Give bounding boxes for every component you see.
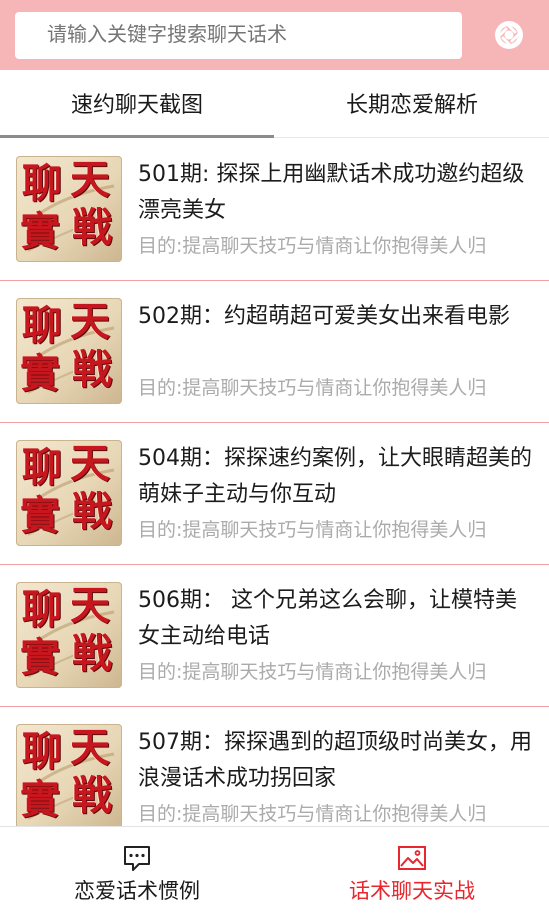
thumbnail-char: 聊 <box>22 728 62 775</box>
thumbnail-char: 聊 <box>22 302 62 349</box>
thumbnail-char: 天 <box>70 156 110 203</box>
search-input[interactable] <box>15 12 462 59</box>
list-item[interactable]: 聊 天 實 戦 507期：探探遇到的超顶级时尚美女，用浪漫话术成功拐回家 目的:… <box>0 707 549 826</box>
tab-quick-chat-screenshots[interactable]: 速约聊天截图 <box>0 70 274 136</box>
thumbnail-char: 天 <box>70 298 110 345</box>
nav-chat-practice[interactable]: 话术聊天实战 <box>275 827 549 916</box>
header-bar <box>0 0 549 70</box>
item-subtitle: 目的:提高聊天技巧与情商让你抱得美人归 <box>138 519 487 541</box>
chat-combat-thumbnail: 聊 天 實 戦 <box>16 582 122 688</box>
thumbnail-char: 聊 <box>22 586 62 633</box>
thumbnail-char: 戦 <box>72 204 112 251</box>
item-subtitle: 目的:提高聊天技巧与情商让你抱得美人归 <box>138 803 487 825</box>
item-title: 506期： 这个兄弟这么会聊，让模特美女主动给电话 <box>138 588 517 649</box>
thumbnail-char: 實 <box>20 492 60 539</box>
active-tab-indicator <box>0 135 274 138</box>
tab-bar: 速约聊天截图 长期恋爱解析 <box>0 70 549 138</box>
thumbnail-char: 實 <box>20 776 60 823</box>
tab-label: 速约聊天截图 <box>70 93 203 118</box>
item-title: 502期：约超萌超可爱美女出来看电影 <box>138 304 510 329</box>
nav-love-scripts[interactable]: 恋爱话术惯例 <box>0 827 274 916</box>
article-list[interactable]: 聊 天 實 戦 501期: 探探上用幽默话术成功邀约超级漂亮美女 目的:提高聊天… <box>0 139 549 826</box>
thumbnail-char: 戦 <box>72 630 112 677</box>
item-title: 507期：探探遇到的超顶级时尚美女，用浪漫话术成功拐回家 <box>138 730 532 791</box>
image-icon <box>398 846 426 870</box>
list-item[interactable]: 聊 天 實 戦 502期：约超萌超可爱美女出来看电影 目的:提高聊天技巧与情商让… <box>0 281 549 423</box>
thumbnail-char: 實 <box>20 634 60 681</box>
camera-shutter-icon <box>495 21 523 49</box>
list-item[interactable]: 聊 天 實 戦 504期：探探速约案例，让大眼睛超美的萌妹子主动与你互动 目的:… <box>0 423 549 565</box>
camera-button[interactable] <box>492 18 526 52</box>
thumbnail-char: 天 <box>70 724 110 771</box>
thumbnail-char: 聊 <box>22 160 62 207</box>
item-subtitle: 目的:提高聊天技巧与情商让你抱得美人归 <box>138 661 487 683</box>
nav-label: 恋爱话术惯例 <box>74 879 200 903</box>
chat-combat-thumbnail: 聊 天 實 戦 <box>16 440 122 546</box>
list-item[interactable]: 聊 天 實 戦 501期: 探探上用幽默话术成功邀约超级漂亮美女 目的:提高聊天… <box>0 139 549 281</box>
item-subtitle: 目的:提高聊天技巧与情商让你抱得美人归 <box>138 377 487 399</box>
chat-combat-thumbnail: 聊 天 實 戦 <box>16 298 122 404</box>
thumbnail-char: 實 <box>20 350 60 397</box>
tab-long-term-love-analysis[interactable]: 长期恋爱解析 <box>275 70 549 136</box>
thumbnail-char: 聊 <box>22 444 62 491</box>
thumbnail-char: 戦 <box>72 488 112 535</box>
chat-combat-thumbnail: 聊 天 實 戦 <box>16 724 122 826</box>
nav-label: 话术聊天实战 <box>349 879 475 903</box>
item-subtitle: 目的:提高聊天技巧与情商让你抱得美人归 <box>138 235 487 257</box>
thumbnail-char: 戦 <box>72 346 112 393</box>
item-title: 504期：探探速约案例，让大眼睛超美的萌妹子主动与你互动 <box>138 446 532 507</box>
tab-label: 长期恋爱解析 <box>345 93 478 118</box>
chat-combat-thumbnail: 聊 天 實 戦 <box>16 156 122 262</box>
chat-bubble-icon <box>124 846 150 871</box>
list-item[interactable]: 聊 天 實 戦 506期： 这个兄弟这么会聊，让模特美女主动给电话 目的:提高聊… <box>0 565 549 707</box>
bottom-navigation: 恋爱话术惯例 话术聊天实战 <box>0 826 549 916</box>
thumbnail-char: 天 <box>70 440 110 487</box>
thumbnail-char: 天 <box>70 582 110 629</box>
item-title: 501期: 探探上用幽默话术成功邀约超级漂亮美女 <box>138 162 525 223</box>
thumbnail-char: 戦 <box>72 772 112 819</box>
thumbnail-char: 實 <box>20 208 60 255</box>
